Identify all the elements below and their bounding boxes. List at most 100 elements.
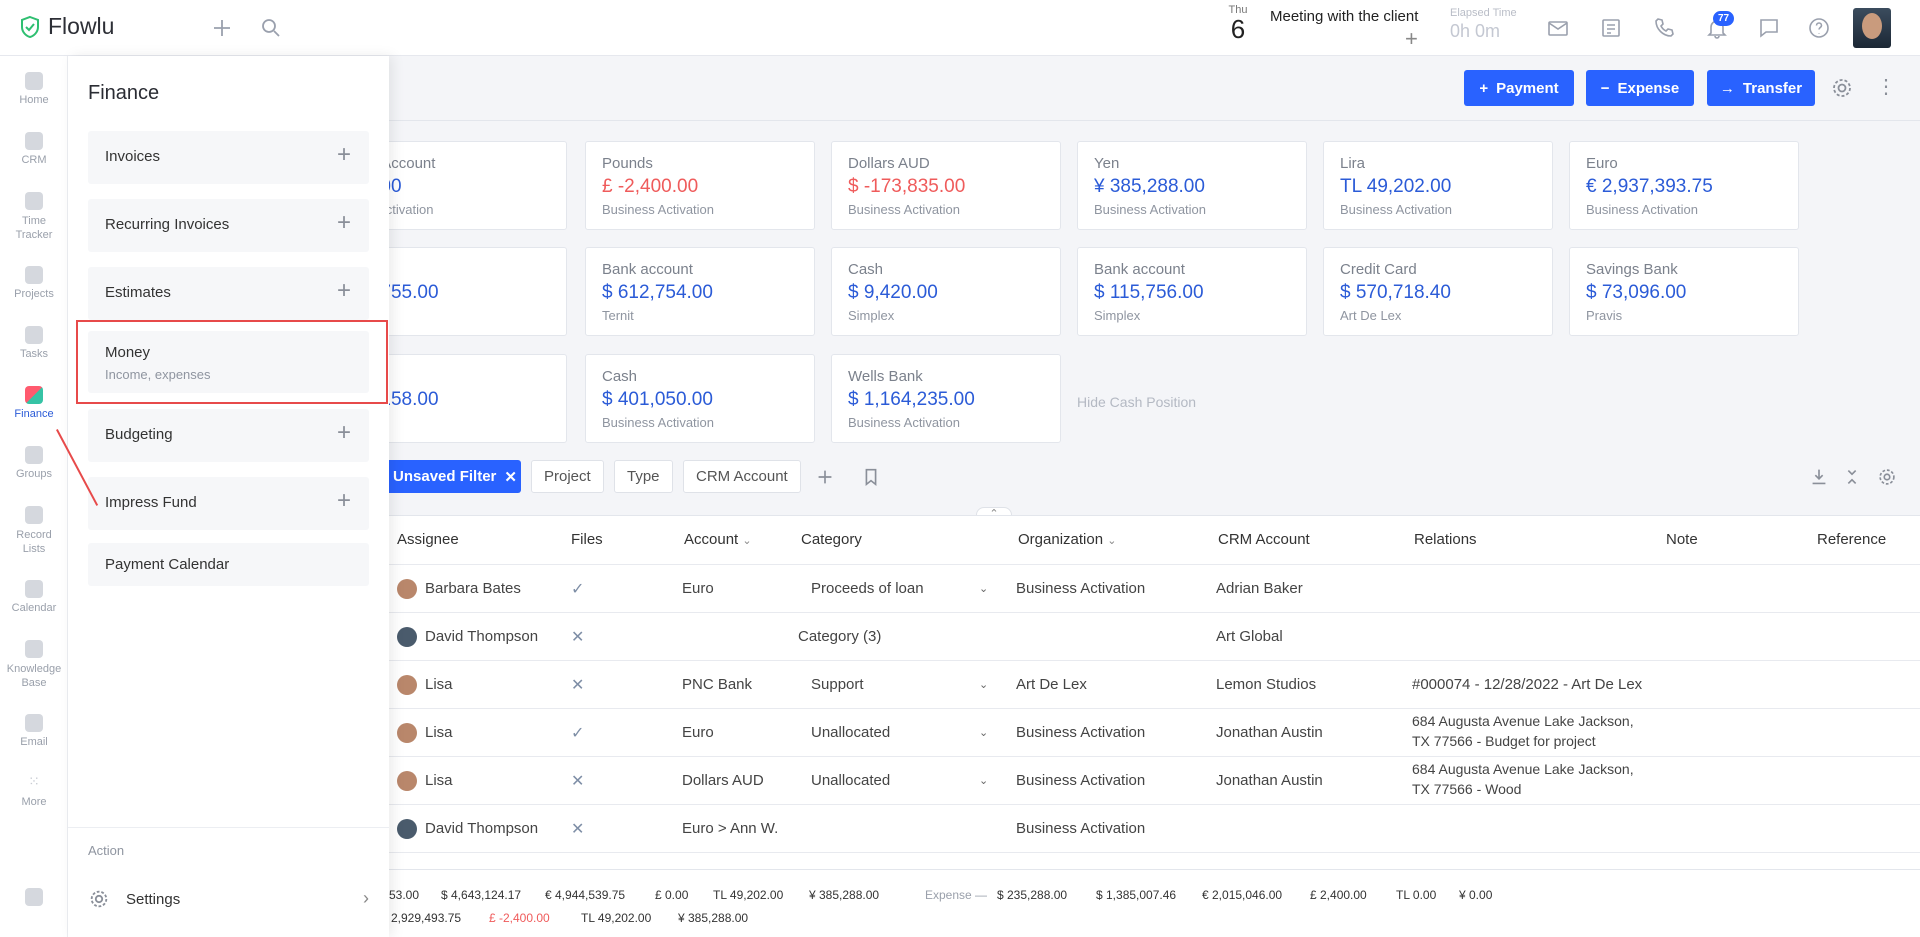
account-card[interactable]: Savings Bank $ 73,096.00 Pravis bbox=[1569, 247, 1799, 336]
col-crm-account[interactable]: CRM Account bbox=[1218, 531, 1310, 548]
col-reference[interactable]: Reference bbox=[1817, 531, 1886, 548]
upcoming-meeting[interactable]: Meeting with the client bbox=[1270, 8, 1430, 25]
user-avatar[interactable] bbox=[1853, 8, 1891, 48]
add-filter-icon[interactable] bbox=[814, 466, 836, 488]
expense-button[interactable]: − Expense bbox=[1586, 70, 1694, 106]
chevron-down-icon[interactable]: ⌄ bbox=[979, 678, 988, 691]
close-icon[interactable]: ✕ bbox=[504, 468, 517, 486]
menu-item-estimates[interactable]: Estimates + bbox=[88, 267, 369, 320]
account-card[interactable]: Wells Bank $ 1,164,235.00 Business Activat… bbox=[831, 354, 1061, 443]
chevron-down-icon[interactable]: ⌄ bbox=[979, 774, 988, 787]
unsaved-filter-chip[interactable]: Unsaved Filter ✕ bbox=[389, 460, 521, 493]
category-cell[interactable]: Unallocated bbox=[811, 772, 890, 789]
phone-icon[interactable] bbox=[1652, 16, 1676, 40]
nav-finance[interactable]: Finance bbox=[0, 386, 68, 420]
account-card[interactable]: Pounds £ -2,400.00 Business Activation bbox=[585, 141, 815, 230]
settings-gear-icon[interactable] bbox=[1830, 76, 1854, 100]
table-row[interactable]: Barbara Bates ✓ Euro Proceeds of loan ⌄ … bbox=[389, 564, 1920, 612]
relations-cell[interactable]: 684 Augusta Avenue Lake Jackson, bbox=[1412, 761, 1634, 777]
account-card[interactable]: Credit Card $ 570,718.40 Art De Lex bbox=[1323, 247, 1553, 336]
download-icon[interactable] bbox=[1808, 466, 1830, 488]
add-icon[interactable]: + bbox=[337, 487, 351, 515]
add-icon[interactable]: + bbox=[337, 141, 351, 169]
chat-icon[interactable] bbox=[1757, 16, 1781, 40]
notes-icon[interactable] bbox=[1599, 16, 1623, 40]
col-relations[interactable]: Relations bbox=[1414, 531, 1477, 548]
menu-item-payment-calendar[interactable]: Payment Calendar bbox=[88, 543, 369, 586]
table-row[interactable]: David Thompson ✕ Euro > Ann W. Business … bbox=[389, 804, 1920, 852]
nav-more[interactable]: ⁙ More bbox=[0, 774, 68, 808]
nav-groups[interactable]: Groups bbox=[0, 446, 68, 480]
menu-item-recurring-invoices[interactable]: Recurring Invoices + bbox=[88, 199, 369, 252]
category-cell[interactable]: Support bbox=[811, 676, 864, 693]
nav-email[interactable]: Email bbox=[0, 714, 68, 748]
relations-cell[interactable]: #000074 - 12/28/2022 - Art De Lex bbox=[1412, 676, 1642, 693]
nav-tasks[interactable]: Tasks bbox=[0, 326, 68, 360]
account-card[interactable]: Yen ¥ 385,288.00 Business Activation bbox=[1077, 141, 1307, 230]
filter-type[interactable]: Type bbox=[614, 460, 673, 493]
settings-menu-item[interactable]: Settings › bbox=[88, 888, 369, 912]
crm-account-cell[interactable]: Jonathan Austin bbox=[1216, 772, 1323, 789]
category-cell[interactable]: Unallocated bbox=[811, 724, 890, 741]
mail-icon[interactable] bbox=[1546, 16, 1570, 40]
table-settings-icon[interactable] bbox=[1876, 466, 1898, 488]
crm-account-cell[interactable]: Art Global bbox=[1216, 628, 1283, 645]
chevron-down-icon[interactable]: ⌄ bbox=[979, 582, 988, 595]
col-note[interactable]: Note bbox=[1666, 531, 1698, 548]
filter-project[interactable]: Project bbox=[531, 460, 604, 493]
relations-cell-line2[interactable]: TX 77566 - Wood bbox=[1412, 781, 1521, 797]
add-event-icon[interactable]: + bbox=[1405, 26, 1418, 52]
table-row[interactable]: Lisa ✓ Euro Unallocated ⌄ Business Activ… bbox=[389, 708, 1920, 756]
nav-projects[interactable]: Projects bbox=[0, 266, 68, 300]
elapsed-time[interactable]: Elapsed Time 0h 0m bbox=[1450, 7, 1517, 42]
account-card[interactable]: Cash $ 9,420.00 Simplex bbox=[831, 247, 1061, 336]
date-widget[interactable]: Thu 6 bbox=[1224, 4, 1252, 42]
add-icon[interactable]: + bbox=[337, 419, 351, 447]
col-account[interactable]: Account ⌄ bbox=[684, 531, 752, 548]
search-icon[interactable] bbox=[259, 16, 283, 40]
add-icon[interactable]: + bbox=[337, 277, 351, 305]
col-organization[interactable]: Organization ⌄ bbox=[1018, 531, 1116, 548]
table-row[interactable]: Lisa ✕ PNC Bank Support ⌄ Art De Lex Lem… bbox=[389, 660, 1920, 708]
help-icon[interactable] bbox=[1807, 16, 1831, 40]
bookmark-icon[interactable] bbox=[860, 466, 882, 488]
collapse-rows-icon[interactable] bbox=[1841, 466, 1863, 488]
category-cell[interactable]: Proceeds of loan bbox=[811, 580, 924, 597]
add-icon[interactable]: + bbox=[337, 209, 351, 237]
crm-account-cell[interactable]: Adrian Baker bbox=[1216, 580, 1303, 597]
menu-item-invoices[interactable]: Invoices + bbox=[88, 131, 369, 184]
account-card[interactable]: Lira TL 49,202.00 Business Activation bbox=[1323, 141, 1553, 230]
hide-cash-position-link[interactable]: Hide Cash Position bbox=[1077, 394, 1196, 410]
menu-item-impress-fund[interactable]: Impress Fund + bbox=[88, 477, 369, 530]
nav-collapse[interactable] bbox=[0, 888, 68, 910]
table-row[interactable]: Lisa ✕ Dollars AUD Unallocated ⌄ Busines… bbox=[389, 756, 1920, 804]
crm-account-cell[interactable]: Lemon Studios bbox=[1216, 676, 1316, 693]
col-category[interactable]: Category bbox=[801, 531, 862, 548]
crm-account-cell[interactable]: Jonathan Austin bbox=[1216, 724, 1323, 741]
payment-button[interactable]: + Payment bbox=[1464, 70, 1574, 106]
relations-cell[interactable]: 684 Augusta Avenue Lake Jackson, bbox=[1412, 713, 1634, 729]
account-card[interactable]: Bank account $ 612,754.00 Ternit bbox=[585, 247, 815, 336]
transfer-button[interactable]: → Transfer bbox=[1707, 70, 1815, 106]
col-assignee[interactable]: Assignee bbox=[397, 531, 459, 548]
chevron-down-icon[interactable]: ⌄ bbox=[979, 726, 988, 739]
nav-record-lists[interactable]: Record Lists bbox=[0, 506, 68, 556]
nav-crm[interactable]: CRM bbox=[0, 132, 68, 166]
add-icon[interactable] bbox=[210, 16, 234, 40]
filter-crm-account[interactable]: CRM Account bbox=[683, 460, 801, 493]
menu-item-budgeting[interactable]: Budgeting + bbox=[88, 409, 369, 462]
nav-knowledge-base[interactable]: Knowledge Base bbox=[0, 640, 68, 690]
col-files[interactable]: Files bbox=[571, 531, 603, 548]
app-logo[interactable]: Flowlu bbox=[18, 13, 114, 40]
account-card[interactable]: Bank account $ 115,756.00 Simplex bbox=[1077, 247, 1307, 336]
table-row[interactable] bbox=[389, 852, 1920, 870]
table-row[interactable]: David Thompson ✕ Category (3) Art Global bbox=[389, 612, 1920, 660]
account-card[interactable]: Euro € 2,937,393.75 Business Activation bbox=[1569, 141, 1799, 230]
nav-calendar[interactable]: Calendar bbox=[0, 580, 68, 614]
nav-home[interactable]: Home bbox=[0, 72, 68, 106]
account-card[interactable]: Cash $ 401,050.00 Business Activation bbox=[585, 354, 815, 443]
more-vertical-icon[interactable]: ⋮ bbox=[1876, 76, 1896, 100]
relations-cell-line2[interactable]: TX 77566 - Budget for project bbox=[1412, 733, 1596, 749]
nav-time-tracker[interactable]: Time Tracker bbox=[0, 192, 68, 242]
category-cell[interactable]: Category (3) bbox=[798, 628, 881, 645]
